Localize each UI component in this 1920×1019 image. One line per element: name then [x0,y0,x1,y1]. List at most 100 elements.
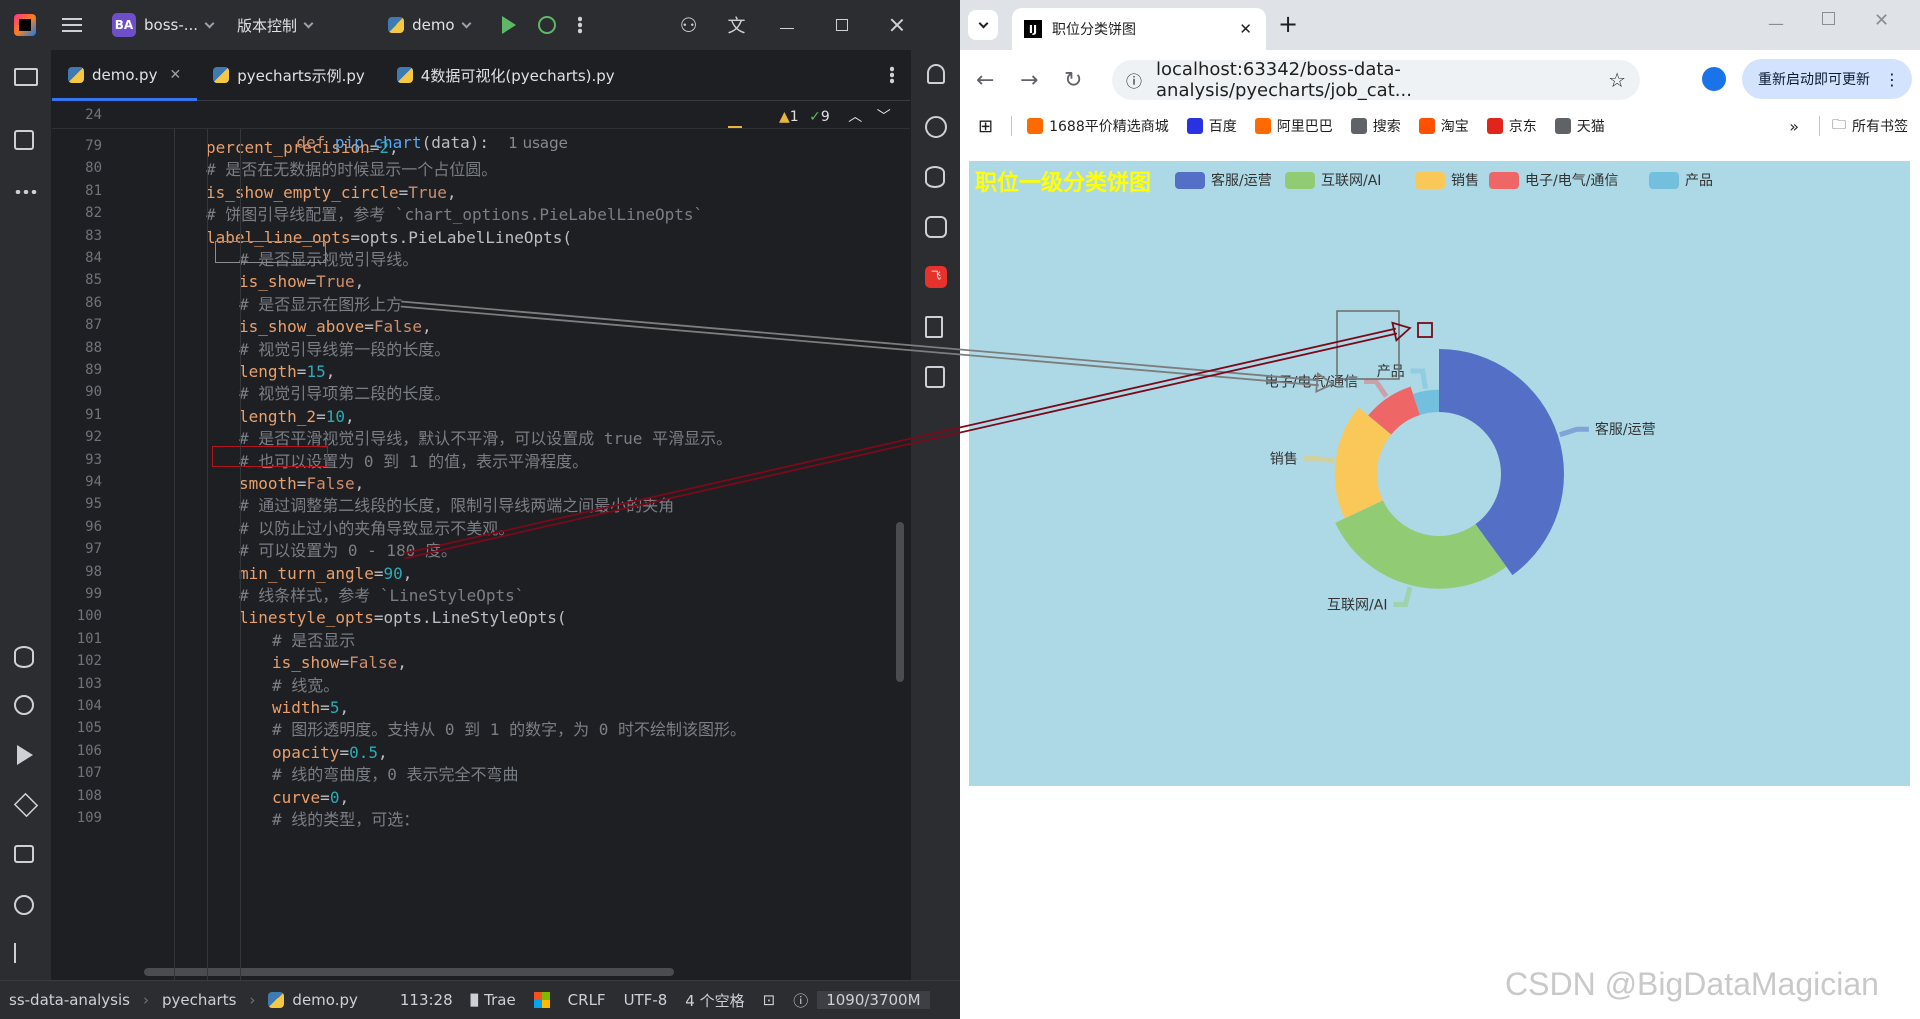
maximize-button[interactable] [828,8,856,42]
browser-tab-active[interactable]: IJ 职位分类饼图 ✕ [1012,8,1266,50]
bookmark-item[interactable]: 淘宝 [1410,116,1478,136]
run-config-selector[interactable]: demo [380,8,478,42]
pie-slice[interactable] [1335,500,1507,589]
close-window-button[interactable] [882,8,912,42]
editor-tabs: demo.py ✕ pyecharts示例.py 4数据可视化(pyecharts).… [52,50,910,101]
horizontal-scrollbar[interactable] [144,968,674,976]
address-bar[interactable]: ⓘ localhost:63342/boss-data-analysis/pye… [1112,59,1640,101]
indent-guide [240,129,241,980]
python-console-icon[interactable] [925,216,947,238]
tab-search-button[interactable] [968,10,998,40]
translate-plugin-icon[interactable]: 飞 [925,266,947,288]
vertical-scrollbar[interactable] [896,522,904,682]
breadcrumb-folder[interactable]: pyecharts [153,991,245,1009]
code-token: =opts.PieLabelLineOpts( [350,227,573,247]
profile-avatar[interactable] [1702,67,1726,91]
run-button[interactable] [494,8,524,42]
problems-icon[interactable] [14,895,34,915]
editor-tab[interactable]: demo.py ✕ [52,50,198,101]
project-switcher[interactable]: BA boss-... [104,8,221,42]
prev-highlight-icon[interactable]: ︿ [848,109,862,125]
bookmark-item[interactable]: 阿里巴巴 [1246,116,1342,136]
services-icon[interactable] [14,695,34,715]
tab-close-icon[interactable]: ✕ [1239,20,1252,38]
apps-grid-icon[interactable]: ⊞ [978,116,993,137]
database-icon[interactable] [925,166,945,188]
debug-button[interactable] [530,8,564,42]
relaunch-update-button[interactable]: 重新启动即可更新 ⋮ [1742,59,1912,99]
bookmark-item[interactable]: 京东 [1478,116,1546,136]
bookmark-favicon-icon [1186,118,1203,134]
inspection-widget[interactable]: ▲1 ✓9 ︿ ﹀ [779,106,891,126]
terminal-icon[interactable] [14,845,34,863]
pie-slice-label: 销售 [1270,451,1298,467]
bookmark-item[interactable]: 天猫 [1546,116,1614,136]
notifications-icon[interactable] [927,64,945,84]
minimize-icon [779,21,794,29]
ide-logo-icon [14,14,36,36]
git-icon[interactable] [14,943,28,963]
memory-indicator[interactable]: 1090/3700M [817,991,930,1009]
structure-icon[interactable] [14,130,34,150]
windows-logo-icon[interactable] [525,992,559,1008]
vcs-menu[interactable]: 版本控制 [229,8,320,42]
browser-minimize-icon[interactable]: — [1768,14,1784,33]
more-tools-icon[interactable] [14,190,38,194]
editor-tab[interactable]: 4数据可视化(pyecharts).py [381,50,631,101]
bookmark-label: 阿里巴巴 [1276,119,1333,135]
sticky-scroll-header[interactable]: 24 def pip_chart(data): 1 usage ▲1 ✓9 ︿ … [52,102,910,152]
file-encoding[interactable]: UTF-8 [615,991,677,1009]
code-token: 5 [329,698,340,717]
more-actions-button[interactable] [570,8,590,42]
next-highlight-icon[interactable]: ﹀ [877,109,891,125]
site-info-icon[interactable]: ⓘ [1126,68,1142,92]
bookmark-item[interactable]: 1688平价精选商城 [1018,116,1178,136]
database-icon[interactable] [14,646,34,668]
code-area[interactable]: percent_precision=2, # 是否在无数据的时候显示一个占位圆。 i… [140,102,910,980]
caret-position[interactable]: 113:28 [391,991,462,1009]
translate-button[interactable]: 文 [720,8,754,42]
python-file-icon [388,17,405,33]
editor-tab[interactable]: pyecharts示例.py [197,50,381,101]
code-line[interactable]: # 线的类型，可选： [272,806,419,833]
lock-icon[interactable]: ⊡ [754,991,785,1009]
code-comment: # 饼图引导线配置，参考 `chart_options.PieLabelLine… [206,205,704,225]
more-bookmarks-icon[interactable]: » [1789,117,1799,136]
new-tab-icon[interactable]: + [1278,10,1298,38]
line-number: 86 [85,294,102,311]
run-tool-icon[interactable] [17,745,33,765]
bookmark-star-icon[interactable]: ☆ [1608,68,1626,92]
bookmark-panel-icon[interactable] [925,366,945,388]
line-number: 95 [85,496,102,513]
trae-plugin[interactable]: ▉ Trae [462,991,525,1009]
minimize-button[interactable] [772,8,802,42]
code-editor[interactable]: 79 80 81 82 83 84 85 86 87 88 89 90 91 92 93 94 95 96 97 98… [52,102,910,980]
problems-status-icon[interactable]: ⓘ [784,990,817,1011]
line-separator[interactable]: CRLF [559,991,615,1009]
browser-close-icon[interactable]: ✕ [1874,10,1889,31]
main-menu-icon[interactable] [62,18,82,32]
reload-icon[interactable]: ↻ [1064,68,1082,93]
usage-hint[interactable]: 1 usage [508,134,568,152]
document-icon[interactable] [925,316,943,338]
tab-close-icon[interactable]: ✕ [169,67,181,83]
pie-label-line [1410,368,1428,390]
layers-icon[interactable] [13,792,39,818]
add-user-button[interactable]: ⚇ [672,8,706,42]
back-icon[interactable]: ← [976,68,994,93]
project-folder-icon[interactable] [14,68,38,86]
breadcrumb-file[interactable]: demo.py [259,991,366,1009]
pie-label-line [1303,455,1334,464]
browser-maximize-icon[interactable] [1822,12,1835,25]
code-token: False [306,474,355,493]
indent-guide [174,129,175,980]
ai-assistant-icon[interactable] [925,116,947,138]
ide-titlebar: BA boss-... 版本控制 demo ⚇ 文 [0,0,960,50]
breadcrumb-project[interactable]: ss-data-analysis [0,991,139,1009]
all-bookmarks-folder[interactable]: 🗀 所有书签 [1832,114,1908,138]
tab-actions-icon[interactable] [890,66,894,84]
bookmark-item[interactable]: 百度 [1178,116,1246,136]
bookmark-item[interactable]: 搜索 [1342,116,1410,136]
indent-setting[interactable]: 4 个空格 [676,990,753,1011]
forward-icon[interactable]: → [1020,68,1038,93]
